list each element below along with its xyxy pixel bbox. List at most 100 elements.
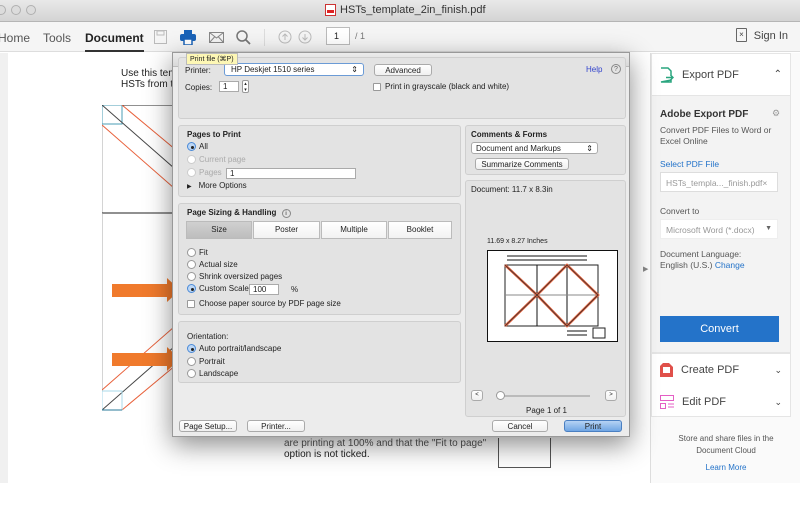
paper-source-option[interactable]: Choose paper source by PDF page size (187, 299, 341, 308)
clear-file-icon[interactable]: × (762, 178, 767, 188)
nav-document[interactable]: Document (85, 31, 144, 52)
cancel-button[interactable]: Cancel (492, 420, 548, 432)
zoom-window-button[interactable] (26, 5, 36, 15)
copies-stepper[interactable]: ▴ ▾ (242, 80, 249, 93)
pages-to-print-section: Pages to Print All Current page Pages 1 … (178, 125, 461, 197)
tab-size[interactable]: Size (186, 221, 252, 239)
minimize-window-button[interactable] (11, 5, 21, 15)
save-icon[interactable] (150, 27, 170, 47)
radio-current-page[interactable] (187, 155, 196, 165)
edit-pdf-item[interactable]: Edit PDF ⌄ (652, 386, 790, 418)
document-size-text: Document: 11.7 x 8.3in (471, 185, 553, 194)
actual-size-option[interactable]: Actual size (187, 260, 238, 270)
printer-button[interactable]: Printer... (247, 420, 305, 432)
landscape-option[interactable]: Landscape (187, 369, 238, 379)
next-preview-button[interactable]: > (605, 390, 617, 401)
doc-language-value: English (U.S.) (660, 260, 713, 270)
print-icon[interactable] (178, 27, 198, 47)
next-page-icon[interactable] (295, 27, 315, 47)
paper-source-checkbox[interactable] (187, 299, 195, 308)
pages-current-option[interactable]: Current page (187, 155, 246, 165)
mobile-link-icon[interactable]: × (736, 28, 747, 42)
paper-source-label: Choose paper source by PDF page size (199, 299, 341, 308)
radio-portrait[interactable] (187, 357, 196, 367)
printer-select[interactable]: HP Deskjet 1510 series ⇕ (224, 63, 364, 76)
selected-file-field[interactable]: HSTs_templa..._finish.pdf× (660, 172, 778, 192)
previous-page-icon[interactable] (275, 27, 295, 47)
preview-slider-thumb[interactable] (496, 391, 505, 400)
more-options-toggle[interactable]: ▶ More Options (187, 181, 247, 190)
pages-all-option[interactable]: All (187, 142, 208, 152)
preview-size-text: 11.69 x 8.27 Inches (487, 238, 548, 245)
auto-orientation-option[interactable]: Auto portrait/landscape (187, 344, 282, 354)
custom-scale-option[interactable]: Custom Scale: (187, 284, 251, 294)
help-link[interactable]: Help (586, 65, 602, 74)
close-window-button[interactable] (0, 5, 6, 15)
window-controls (0, 5, 36, 15)
grayscale-checkbox[interactable] (373, 82, 381, 91)
select-pdf-link[interactable]: Select PDF File (660, 159, 719, 169)
prev-preview-button[interactable]: < (471, 390, 483, 401)
grayscale-option[interactable]: Print in grayscale (black and white) (373, 82, 509, 91)
print-tooltip: Print file (⌘P) (186, 53, 238, 65)
shrink-option[interactable]: Shrink oversized pages (187, 272, 283, 282)
copies-input[interactable]: 1 (219, 81, 239, 92)
radio-label: Auto portrait/landscape (199, 344, 282, 353)
radio-fit[interactable] (187, 248, 196, 258)
convert-button[interactable]: Convert (660, 316, 779, 342)
radio-label: Current page (199, 155, 246, 164)
advanced-button[interactable]: Advanced (374, 64, 432, 76)
nav-tools[interactable]: Tools (43, 31, 71, 45)
annotation-arrow (112, 347, 180, 371)
chevron-down-icon[interactable]: ⌄ (774, 365, 782, 376)
print-button[interactable]: Print (564, 420, 622, 432)
radio-actual-size[interactable] (187, 260, 196, 270)
radio-auto-orientation[interactable] (187, 344, 196, 354)
tab-multiple[interactable]: Multiple (321, 221, 387, 239)
radio-all[interactable] (187, 142, 196, 152)
change-language-link[interactable]: Change (715, 260, 745, 270)
sign-in-link[interactable]: Sign In (754, 30, 788, 42)
chevron-down-icon[interactable]: ⌄ (774, 397, 782, 408)
export-pdf-header[interactable]: Export PDF ⌃ (652, 54, 790, 96)
scale-input[interactable]: 100 (249, 284, 279, 295)
radio-shrink[interactable] (187, 272, 196, 282)
page-number-input[interactable]: 1 (326, 27, 350, 45)
collapse-panel-icon[interactable]: ▶ (643, 265, 648, 273)
create-pdf-label: Create PDF (681, 364, 740, 376)
radio-pages[interactable] (187, 168, 196, 178)
preview-slider-track[interactable] (498, 395, 590, 397)
portrait-option[interactable]: Portrait (187, 357, 225, 367)
create-pdf-item[interactable]: Create PDF ⌄ (652, 354, 790, 386)
help-icon[interactable]: ? (611, 64, 621, 74)
nav-home[interactable]: Home (0, 31, 30, 45)
radio-label: Shrink oversized pages (199, 272, 283, 281)
email-icon[interactable] (206, 27, 226, 47)
comments-forms-title: Comments & Forms (471, 130, 548, 139)
search-icon[interactable] (233, 27, 253, 47)
pages-range-input[interactable]: 1 (226, 168, 356, 179)
radio-label: All (199, 142, 208, 151)
cloud-settings-icon[interactable]: ⚙ (772, 108, 780, 119)
pages-range-option[interactable]: Pages (187, 168, 222, 178)
fit-option[interactable]: Fit (187, 248, 208, 258)
summarize-comments-button[interactable]: Summarize Comments (475, 158, 569, 170)
doc-text-bottom: are printing at 100% and that the "Fit t… (284, 438, 486, 460)
convert-to-select[interactable]: Microsoft Word (*.docx) ▼ (660, 219, 778, 239)
info-icon[interactable]: i (281, 209, 291, 218)
comments-select[interactable]: Document and Markups ⇕ (471, 142, 598, 154)
scale-unit: % (291, 285, 299, 294)
export-pdf-section: Export PDF ⌃ Adobe Export PDF ⚙ Convert … (651, 53, 791, 353)
select-arrows-icon: ⇕ (351, 65, 358, 74)
window-title: HSTs_template_2in_finish.pdf (325, 4, 486, 16)
radio-landscape[interactable] (187, 369, 196, 379)
tools-list: Create PDF ⌄ Edit PDF ⌄ (651, 353, 791, 417)
comments-select-value: Document and Markups (476, 144, 561, 153)
learn-more-link[interactable]: Learn More (671, 463, 781, 472)
tab-poster[interactable]: Poster (253, 221, 320, 239)
tab-booklet[interactable]: Booklet (388, 221, 452, 239)
page-setup-button[interactable]: Page Setup... (179, 420, 237, 432)
chevron-up-icon[interactable]: ⌃ (774, 69, 782, 80)
radio-custom-scale[interactable] (187, 284, 196, 294)
toolbar-divider (264, 29, 265, 46)
